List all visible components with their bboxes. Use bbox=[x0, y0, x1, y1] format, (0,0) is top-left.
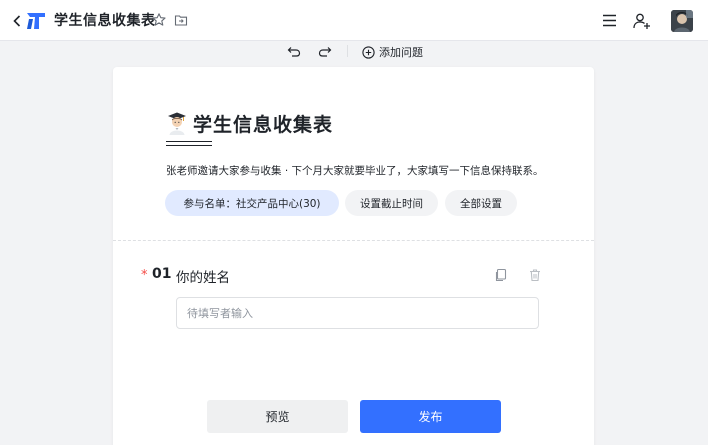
add-question-label: 添加问题 bbox=[379, 46, 423, 59]
copy-icon[interactable] bbox=[494, 268, 508, 282]
add-user-icon[interactable] bbox=[632, 11, 652, 31]
add-question-button[interactable]: 添加问题 bbox=[362, 44, 423, 60]
redo-icon[interactable] bbox=[318, 44, 332, 58]
preview-button[interactable]: 预览 bbox=[207, 400, 348, 433]
participants-pill[interactable]: 参与名单：社交产品中心(30) bbox=[165, 190, 339, 216]
menu-icon[interactable] bbox=[602, 13, 617, 28]
document-title: 学生信息收集表 bbox=[54, 13, 156, 29]
publish-button[interactable]: 发布 bbox=[360, 400, 501, 433]
star-icon[interactable] bbox=[151, 12, 167, 28]
all-settings-pill[interactable]: 全部设置 bbox=[445, 190, 517, 216]
undo-icon[interactable] bbox=[287, 44, 301, 58]
avatar[interactable] bbox=[671, 10, 693, 32]
folder-icon[interactable] bbox=[174, 13, 188, 27]
app-logo-icon bbox=[25, 11, 47, 31]
form-title[interactable]: 学生信息收集表 bbox=[167, 109, 333, 137]
plus-circle-icon bbox=[362, 45, 375, 59]
question-number: 01 bbox=[152, 266, 172, 282]
trash-icon[interactable] bbox=[528, 268, 542, 282]
chevron-left-icon[interactable] bbox=[11, 12, 23, 30]
form-title-text: 学生信息收集表 bbox=[193, 113, 334, 136]
graduate-emoji-icon bbox=[167, 111, 187, 135]
title-underline bbox=[166, 141, 212, 146]
required-mark: * bbox=[141, 268, 148, 283]
form-description[interactable]: 张老师邀请大家参与收集 · 下个月大家就要毕业了，大家填写一下信息保持联系。 bbox=[166, 164, 544, 178]
section-divider bbox=[113, 240, 594, 241]
question-title[interactable]: 你的姓名 bbox=[176, 266, 230, 286]
name-answer-input[interactable] bbox=[176, 297, 539, 329]
toolbar-divider bbox=[347, 45, 348, 57]
set-deadline-pill[interactable]: 设置截止时间 bbox=[345, 190, 438, 216]
